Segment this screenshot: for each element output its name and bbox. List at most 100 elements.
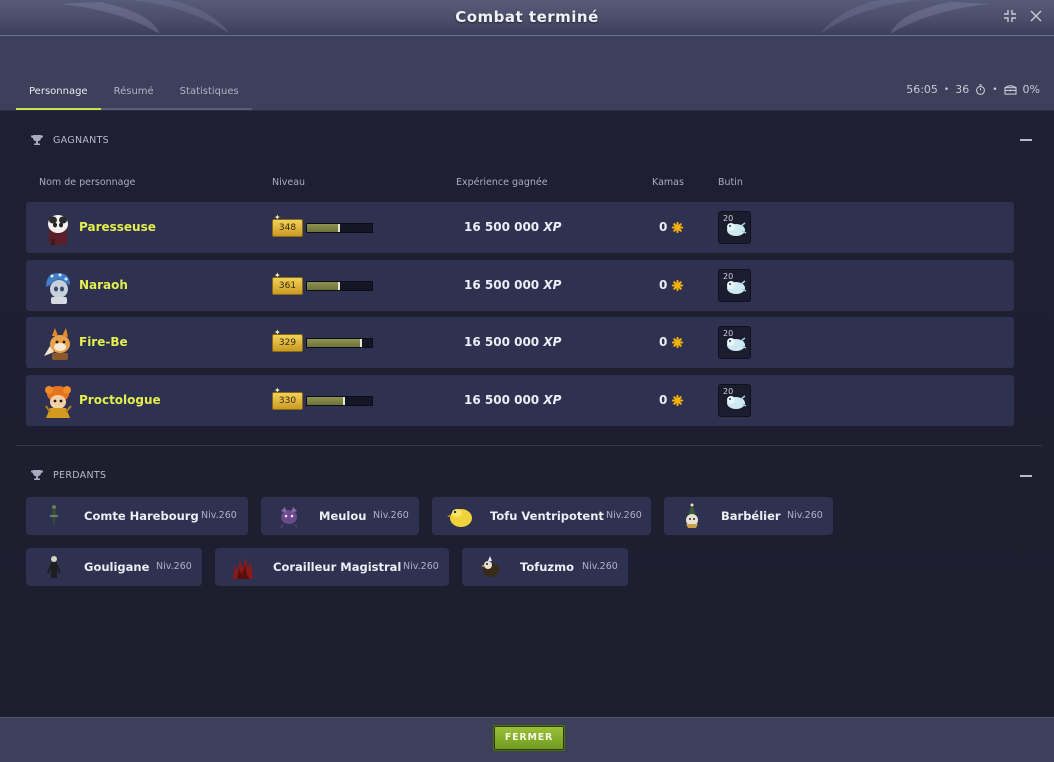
- kamas-gained: 0: [659, 335, 684, 349]
- losers-header: PERDANTS: [30, 469, 106, 481]
- turn-count: 36: [955, 83, 970, 96]
- xp-value: 16 500 000: [464, 278, 540, 292]
- tab-resume[interactable]: Résumé: [100, 74, 167, 110]
- xp-unit: XP: [543, 220, 562, 234]
- loser-level: Niv.260: [201, 510, 237, 521]
- bonus-percent: 0%: [1022, 83, 1040, 96]
- loser-card[interactable]: Tofu Ventripotent Niv.260: [432, 497, 651, 535]
- xp-value: 16 500 000: [464, 220, 540, 234]
- xp-value: 16 500 000: [464, 393, 540, 407]
- timer-icon: [976, 84, 986, 95]
- kamas-gained: 0: [659, 278, 684, 292]
- winner-row[interactable]: Proctologue ✦ 330 16 500 000 XP 0 20: [26, 375, 1014, 426]
- character-avatar: [45, 386, 72, 418]
- loser-level: Niv.260: [156, 561, 192, 572]
- results-content: GAGNANTS Nom de personnage Niveau Expéri…: [0, 111, 1054, 717]
- xp-unit: XP: [543, 335, 562, 349]
- combat-end-window: Combat terminé Personnage Résumé Statist…: [0, 0, 1054, 762]
- monster-avatar: [280, 507, 298, 529]
- column-header-level: Niveau: [272, 177, 306, 188]
- xp-gained: 16 500 000 XP: [464, 278, 561, 292]
- chest-icon: [1003, 85, 1017, 95]
- monster-avatar: [447, 509, 472, 527]
- loot-quantity: 20: [723, 272, 734, 281]
- loser-card[interactable]: Tofuzmo Niv.260: [462, 548, 628, 586]
- loser-level: Niv.260: [582, 561, 618, 572]
- kamas-icon: [672, 336, 684, 348]
- section-divider: [16, 445, 1042, 446]
- level-badge: 348: [272, 219, 303, 237]
- character-name[interactable]: Paresseuse: [79, 220, 156, 234]
- loot-quantity: 20: [723, 329, 734, 338]
- level-badge: 329: [272, 334, 303, 352]
- character-name[interactable]: Fire-Be: [79, 335, 128, 349]
- winner-row[interactable]: Naraoh ✦ 361 16 500 000 XP 0 20: [26, 260, 1014, 311]
- minimize-icon[interactable]: [1001, 9, 1019, 27]
- fight-duration: 56:05: [906, 83, 938, 96]
- winners-title: GAGNANTS: [53, 134, 109, 146]
- loser-card[interactable]: Gouligane Niv.260: [26, 548, 202, 586]
- xp-unit: XP: [543, 278, 562, 292]
- monster-avatar: [50, 505, 58, 528]
- title-bar[interactable]: Combat terminé: [0, 0, 1054, 36]
- footer-bar: FERMER: [0, 717, 1054, 762]
- character-name[interactable]: Naraoh: [79, 278, 128, 292]
- character-name[interactable]: Proctologue: [79, 393, 161, 407]
- xp-unit: XP: [543, 393, 562, 407]
- kamas-icon: [672, 394, 684, 406]
- character-avatar: [48, 215, 68, 245]
- loser-card[interactable]: Meulou Niv.260: [261, 497, 419, 535]
- column-header-xp: Expérience gagnée: [456, 177, 548, 188]
- loser-name: Meulou: [319, 509, 367, 523]
- monster-avatar: [481, 556, 499, 577]
- loser-card[interactable]: Corailleur Magistral Niv.260: [215, 548, 449, 586]
- close-icon[interactable]: [1027, 9, 1045, 27]
- loot-slot[interactable]: 20: [718, 326, 751, 359]
- monster-avatar: [47, 556, 61, 578]
- winner-row[interactable]: Paresseuse ✦ 348 16 500 000 XP 0 20: [26, 202, 1014, 253]
- level-progress-fill: [307, 282, 340, 290]
- fight-stats: 56:05 • 36 • 0%: [906, 83, 1040, 96]
- loser-name: Tofu Ventripotent: [490, 509, 604, 523]
- kamas-icon: [672, 221, 684, 233]
- level-progress-bar: [306, 396, 373, 406]
- level-progress-fill: [307, 224, 340, 232]
- level-progress-bar: [306, 281, 373, 291]
- kamas-gained: 0: [659, 393, 684, 407]
- loser-name: Comte Harebourg: [84, 509, 199, 523]
- trophy-icon: [31, 135, 43, 145]
- loot-slot[interactable]: 20: [718, 269, 751, 302]
- loser-card[interactable]: Comte Harebourg Niv.260: [26, 497, 248, 535]
- tab-statistiques[interactable]: Statistiques: [166, 74, 252, 110]
- losers-collapse-button[interactable]: [1020, 475, 1032, 477]
- tab-personnage[interactable]: Personnage: [16, 74, 101, 110]
- kamas-value: 0: [659, 335, 668, 349]
- level-progress-fill: [307, 339, 363, 347]
- level-progress-fill: [307, 397, 345, 405]
- winners-collapse-button[interactable]: [1020, 139, 1032, 141]
- kamas-value: 0: [659, 220, 668, 234]
- xp-value: 16 500 000: [464, 335, 540, 349]
- level-badge: 330: [272, 392, 303, 410]
- xp-gained: 16 500 000 XP: [464, 393, 561, 407]
- loot-slot[interactable]: 20: [718, 211, 751, 244]
- level-badge: 361: [272, 277, 303, 295]
- winner-row[interactable]: Fire-Be ✦ 329 16 500 000 XP 0 20: [26, 317, 1014, 368]
- losers-title: PERDANTS: [53, 469, 107, 481]
- loser-name: Tofuzmo: [520, 560, 574, 574]
- loot-quantity: 20: [723, 214, 734, 223]
- kamas-icon: [672, 279, 684, 291]
- loser-card[interactable]: Barbélier Niv.260: [664, 497, 833, 535]
- xp-gained: 16 500 000 XP: [464, 220, 561, 234]
- character-avatar: [44, 328, 70, 360]
- character-avatar: [46, 273, 70, 304]
- monster-avatar: [686, 503, 698, 528]
- level-progress-bar: [306, 338, 373, 348]
- monster-avatar: [233, 557, 253, 579]
- close-button[interactable]: FERMER: [493, 725, 565, 751]
- loot-slot[interactable]: 20: [718, 384, 751, 417]
- column-header-kamas: Kamas: [652, 177, 684, 188]
- window-title: Combat terminé: [455, 8, 599, 26]
- loser-level: Niv.260: [373, 510, 409, 521]
- separator-dot: •: [992, 84, 998, 95]
